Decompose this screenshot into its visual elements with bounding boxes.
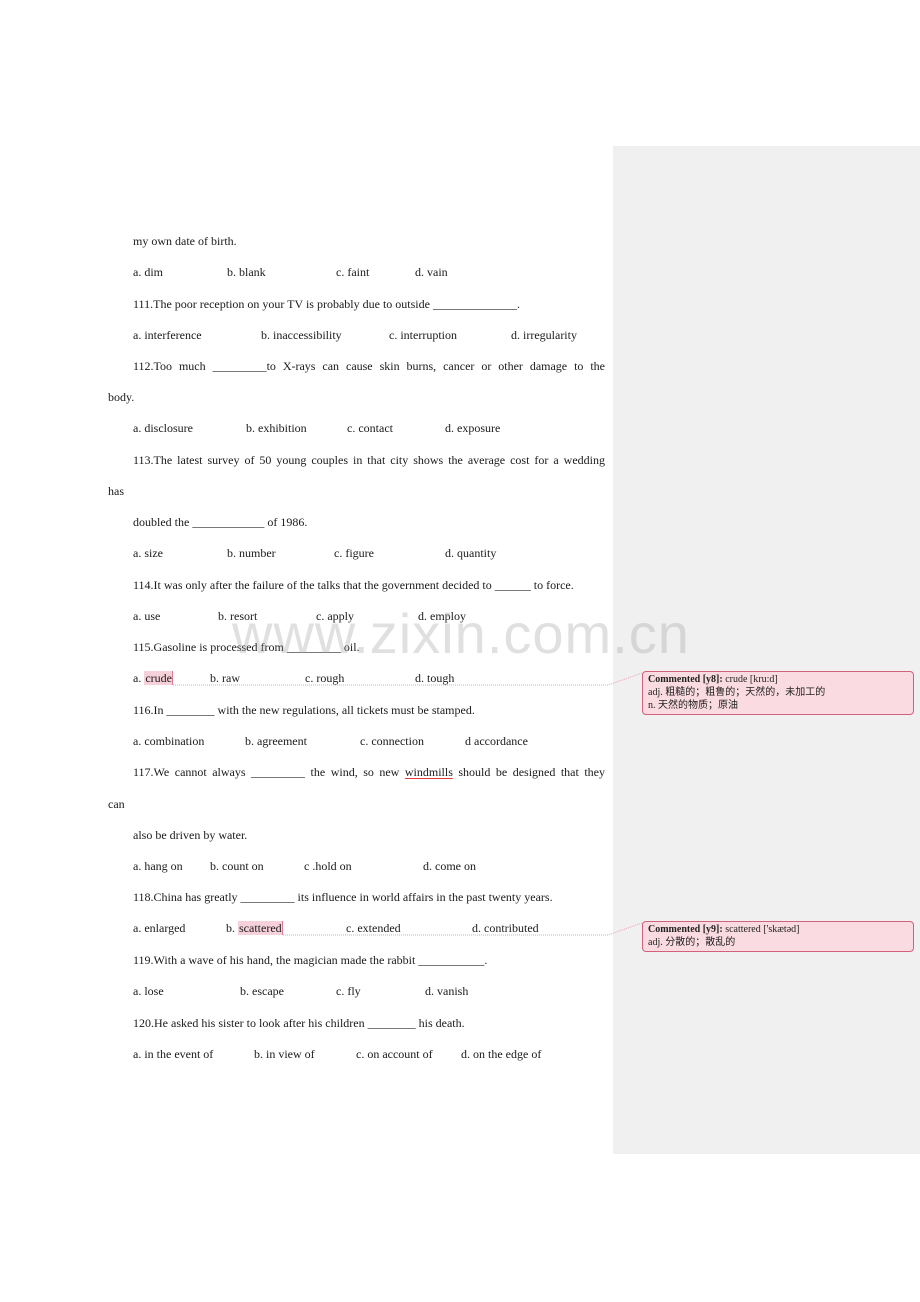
commented-word-scattered[interactable]: scattered [238,921,283,935]
text-segment: should be designed that they [452,765,605,779]
option-d: d. come on [423,859,476,873]
question-113: 113.The latest survey of 50 young couple… [133,453,605,467]
option-b: b. blank [227,265,266,279]
option-d: d. on the edge of [461,1047,542,1061]
option-d: d. vanish [425,984,469,998]
question-115: 115.Gasoline is processed from _________… [133,640,360,654]
comment-line: adj. 粗糙的；粗鲁的；天然的，未加工的 [648,687,826,698]
option-a: a. lose [133,984,164,998]
question-111: 111.The poor reception on your TV is pro… [133,297,520,311]
comment-headword: crude [kru:d] [722,674,778,685]
option-a: a. enlarged [133,921,186,935]
comment-y9[interactable]: Commented [y9]: scattered ['skætəd] adj.… [642,921,914,952]
text-line: body. [108,390,135,404]
text-segment: 117.We cannot always _________ the wind,… [133,765,405,779]
option-c: c. contact [347,421,393,435]
question-117: 117.We cannot always _________ the wind,… [133,765,605,779]
spellcheck-word-windmills[interactable]: windmills [405,765,453,779]
option-d: d. irregularity [511,328,577,342]
option-c: c. fly [336,984,361,998]
option-a: a. interference [133,328,202,342]
option-b: b. scattered [226,921,283,935]
option-a: a. hang on [133,859,183,873]
option-a: a. disclosure [133,421,193,435]
option-b: b. resort [218,609,258,623]
commented-word-crude[interactable]: crude [144,671,173,685]
option-a: a. dim [133,265,163,279]
option-a: a. use [133,609,161,623]
comment-y8[interactable]: Commented [y8]: crude [kru:d] adj. 粗糙的；粗… [642,671,914,715]
option-c: c. apply [316,609,354,623]
option-b: b. in view of [254,1047,315,1061]
comments-pane [613,146,920,1154]
option-d: d. vain [415,265,448,279]
comment-author-label: Commented [y8]: [648,674,723,685]
option-d: d. employ [418,609,466,623]
question-114: 114.It was only after the failure of the… [133,578,574,592]
text-line: can [108,797,125,811]
option-a: a. combination [133,734,205,748]
option-c: c .hold on [304,859,352,873]
question-118: 118.China has greatly _________ its infl… [133,890,553,904]
option-c: c. extended [346,921,401,935]
comment-line: adj. 分散的；散乱的 [648,937,736,948]
option-c: c. rough [305,671,345,685]
text-line: also be driven by water. [133,828,248,842]
option-b: b. agreement [245,734,307,748]
question-119: 119.With a wave of his hand, the magicia… [133,953,488,967]
option-d: d. exposure [445,421,501,435]
text-line: has [108,484,124,498]
comment-headword: scattered ['skætəd] [722,924,800,935]
option-c: c. figure [334,546,374,560]
option-c: c. connection [360,734,424,748]
option-c: c. faint [336,265,370,279]
option-b: b. raw [210,671,240,685]
option-a: a. in the event of [133,1047,214,1061]
option-a: a. size [133,546,163,560]
option-b-prefix: b. [226,921,238,935]
option-a-prefix: a. [133,671,145,685]
comment-header: Commented [y8]: crude [kru:d] [648,673,908,686]
option-d: d. tough [415,671,455,685]
option-b: b. inaccessibility [261,328,342,342]
text-line: my own date of birth. [133,234,237,248]
comment-author-label: Commented [y9]: [648,924,723,935]
option-b: b. escape [240,984,284,998]
option-d: d. quantity [445,546,497,560]
option-d: d. contributed [472,921,539,935]
option-b: b. exhibition [246,421,307,435]
text-line: doubled the ____________ of 1986. [133,515,308,529]
question-116: 116.In ________ with the new regulations… [133,703,475,717]
question-112: 112.Too much _________to X-rays can caus… [133,359,605,373]
option-a: a. crude [133,671,173,685]
document-page: my own date of birth. a. dim b. blank c.… [0,0,613,1302]
option-d: d accordance [465,734,528,748]
comment-header: Commented [y9]: scattered ['skætəd] [648,923,908,936]
option-b: b. number [227,546,276,560]
option-c: c. on account of [356,1047,433,1061]
option-b: b. count on [210,859,264,873]
option-c: c. interruption [389,328,457,342]
question-120: 120.He asked his sister to look after hi… [133,1016,465,1030]
comment-line: n. 天然的物质；原油 [648,700,738,711]
